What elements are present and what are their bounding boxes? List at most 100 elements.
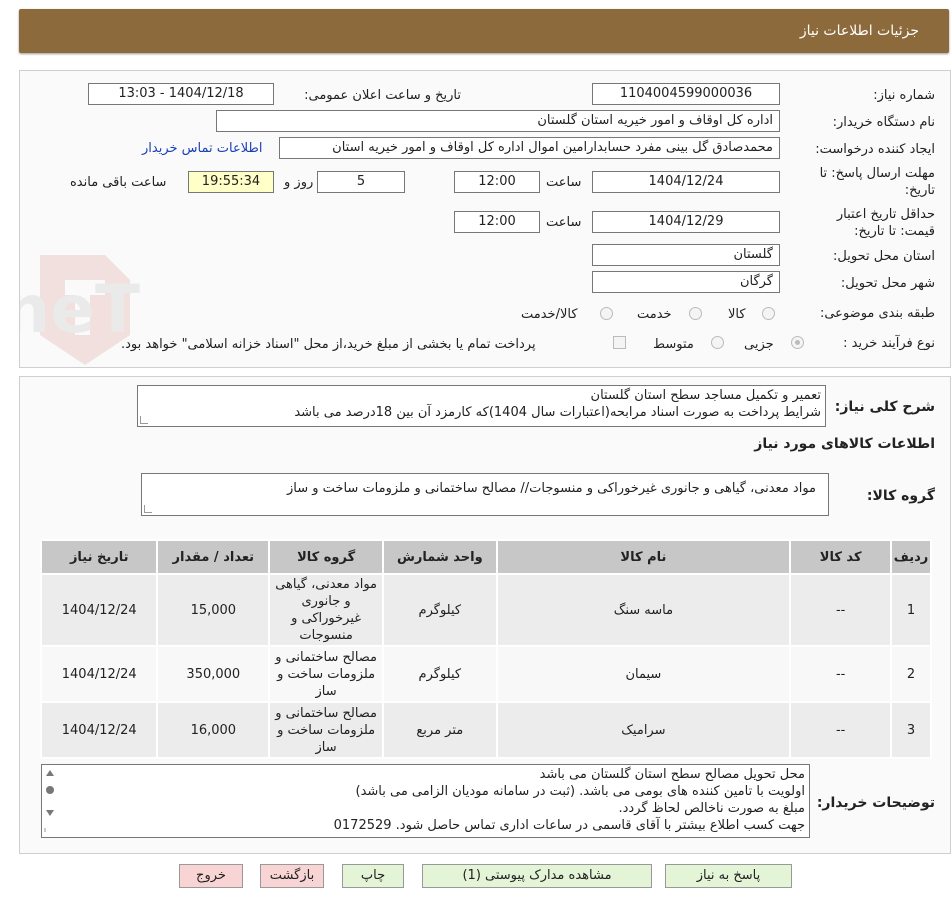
buyer-note-line-1: محل تحویل مصالح سطح استان گلستان می باشد <box>539 767 805 782</box>
summary-textarea[interactable]: تعمیر و تکمیل مساجد سطح استان گلستان شرا… <box>137 385 826 427</box>
buyer-notes-scrollbar[interactable] <box>43 766 57 836</box>
table-row: 2 -- سیمان کیلوگرم مصالح ساختمانی و ملزو… <box>39 645 932 703</box>
cell-code: -- <box>789 701 893 759</box>
validity-time-field: 12:00 <box>454 211 540 233</box>
back-button[interactable]: بازگشت <box>260 864 324 888</box>
purchase-option-minor: جزیی <box>744 337 774 352</box>
creator-field: محمدصادق گل بینی مفرد حسابدارامین اموال … <box>279 137 780 159</box>
col-header-group: گروه کالا <box>268 539 385 575</box>
need-number-label: شماره نیاز: <box>873 88 935 103</box>
cell-code: -- <box>789 573 893 647</box>
province-field: گلستان <box>592 244 780 266</box>
remaining-time-field: 19:55:34 <box>188 171 274 193</box>
col-header-row-number: ردیف <box>890 539 932 575</box>
purchase-radio-medium[interactable] <box>711 336 724 349</box>
cell-quantity: 15,000 <box>156 573 271 647</box>
treasury-bonds-checkbox[interactable] <box>613 336 626 349</box>
category-option-service: خدمت <box>637 307 672 322</box>
cell-need-date: 1404/12/24 <box>39 573 159 647</box>
table-row: 3 -- سرامیک متر مربع مصالح ساختمانی و مل… <box>39 701 932 759</box>
col-header-unit: واحد شمارش <box>382 539 498 575</box>
buyer-notes-label: توضیحات خریدار: <box>816 795 935 811</box>
purchase-radio-minor[interactable] <box>791 336 804 349</box>
col-header-name: نام کالا <box>495 539 792 575</box>
category-radio-goods-service[interactable] <box>600 307 613 320</box>
reply-to-need-button[interactable]: پاسخ به نیاز <box>665 864 792 888</box>
creator-label: ایجاد کننده درخواست: <box>815 142 935 157</box>
goods-group-label: گروه کالا: <box>866 488 935 504</box>
page-header: جزئیات اطلاعات نیاز <box>19 9 949 53</box>
col-header-need-date: تاریخ نیاز <box>39 539 159 575</box>
cell-row-number: 2 <box>890 645 932 703</box>
goods-group-textarea[interactable]: مواد معدنی، گیاهی و جانوری غیرخوراکی و م… <box>141 473 829 516</box>
buyer-note-line-3: مبلغ به صورت ناخالص لحاظ گردد. <box>618 801 805 816</box>
summary-line-1: تعمیر و تکمیل مساجد سطح استان گلستان <box>590 388 821 403</box>
deadline-time-field: 12:00 <box>454 171 540 193</box>
category-option-goods: کالا <box>728 307 746 322</box>
buyer-org-field: اداره کل اوقاف و امور خیریه استان گلستان <box>216 110 780 132</box>
buyer-org-label: نام دستگاه خریدار: <box>832 115 935 130</box>
cell-need-date: 1404/12/24 <box>39 701 159 759</box>
category-radio-service[interactable] <box>689 307 702 320</box>
need-number-field: 1104004599000036 <box>592 83 780 105</box>
summary-label: شرح کلی نیاز: <box>834 399 935 415</box>
goods-info-title: اطلاعات کالاهای مورد نیاز <box>754 436 935 452</box>
summary-line-2: شرایط پرداخت به صورت اسناد مرابحه(اعتبار… <box>294 405 821 420</box>
treasury-bonds-note: پرداخت تمام یا بخشی از مبلغ خرید،از محل … <box>121 337 536 352</box>
cell-group: مواد معدنی، گیاهی و جانوری غیرخوراکی و م… <box>268 573 385 647</box>
province-label: استان محل تحویل: <box>833 249 935 264</box>
cell-quantity: 16,000 <box>156 701 271 759</box>
goods-group-value: مواد معدنی، گیاهی و جانوری غیرخوراکی و م… <box>286 481 816 496</box>
announce-label: تاریخ و ساعت اعلان عمومی: <box>304 88 461 103</box>
resize-handle-icon[interactable] <box>144 505 152 513</box>
deadline-time-label: ساعت <box>546 175 582 190</box>
col-header-quantity: تعداد / مقدار <box>156 539 271 575</box>
validity-date-field: 1404/12/29 <box>592 211 780 233</box>
goods-table: ردیف کد کالا نام کالا واحد شمارش گروه کا… <box>39 539 932 759</box>
cell-unit: کیلوگرم <box>382 645 498 703</box>
cell-name: سرامیک <box>495 701 792 759</box>
cell-code: -- <box>789 645 893 703</box>
resize-handle-icon[interactable] <box>140 416 148 424</box>
city-label: شهر محل تحویل: <box>840 276 935 291</box>
cell-group: مصالح ساختمانی و ملزومات ساخت و ساز <box>268 645 385 703</box>
cell-unit: متر مربع <box>382 701 498 759</box>
days-label: روز و <box>284 175 314 190</box>
city-field: گرگان <box>592 271 780 293</box>
days-remaining-field: 5 <box>317 171 405 193</box>
category-label: طبقه بندی موضوعی: <box>819 306 935 321</box>
deadline-label-2: تاریخ: <box>904 183 935 198</box>
purchase-option-medium: متوسط <box>653 337 694 352</box>
cell-quantity: 350,000 <box>156 645 271 703</box>
exit-button[interactable]: خروج <box>179 864 243 888</box>
cell-row-number: 1 <box>890 573 932 647</box>
table-header-row: ردیف کد کالا نام کالا واحد شمارش گروه کا… <box>39 539 932 575</box>
validity-time-label: ساعت <box>546 215 582 230</box>
buyer-note-line-2: اولویت با تامین کننده های بومی می باشد. … <box>355 784 806 799</box>
scroll-up-icon <box>46 770 54 776</box>
cell-unit: کیلوگرم <box>382 573 498 647</box>
validity-label: حداقل تاریخ اعتبار <box>836 207 935 222</box>
view-attachments-button[interactable]: مشاهده مدارک پیوستی (1) <box>422 864 652 888</box>
scroll-thumb-icon <box>46 786 54 794</box>
cell-name: سیمان <box>495 645 792 703</box>
deadline-date-field: 1404/12/24 <box>592 171 780 193</box>
buyer-notes-textarea[interactable]: محل تحویل مصالح سطح استان گلستان می باشد… <box>41 764 810 838</box>
validity-label-2: قیمت: تا تاریخ: <box>854 224 935 239</box>
category-option-goods-service: کالا/خدمت <box>521 307 578 322</box>
scroll-down-icon <box>46 810 54 816</box>
announce-datetime-field: 1404/12/18 - 13:03 <box>88 83 274 105</box>
print-button[interactable]: چاپ <box>342 864 404 888</box>
page-title: جزئیات اطلاعات نیاز <box>799 23 919 39</box>
cell-name: ماسه سنگ <box>495 573 792 647</box>
category-radio-goods[interactable] <box>762 307 775 320</box>
deadline-label: مهلت ارسال پاسخ: تا <box>819 166 935 181</box>
buyer-note-line-4: جهت کسب اطلاع بیشتر با آقای قاسمی در ساع… <box>333 818 805 833</box>
cell-row-number: 3 <box>890 701 932 759</box>
col-header-code: کد کالا <box>789 539 893 575</box>
purchase-type-label: نوع فرآیند خرید : <box>843 336 935 351</box>
table-row: 1 -- ماسه سنگ کیلوگرم مواد معدنی، گیاهی … <box>39 573 932 647</box>
cell-group: مصالح ساختمانی و ملزومات ساخت و ساز <box>268 701 385 759</box>
buyer-contact-link[interactable]: اطلاعات تماس خریدار <box>142 141 262 156</box>
remaining-time-label: ساعت باقی مانده <box>70 175 167 190</box>
